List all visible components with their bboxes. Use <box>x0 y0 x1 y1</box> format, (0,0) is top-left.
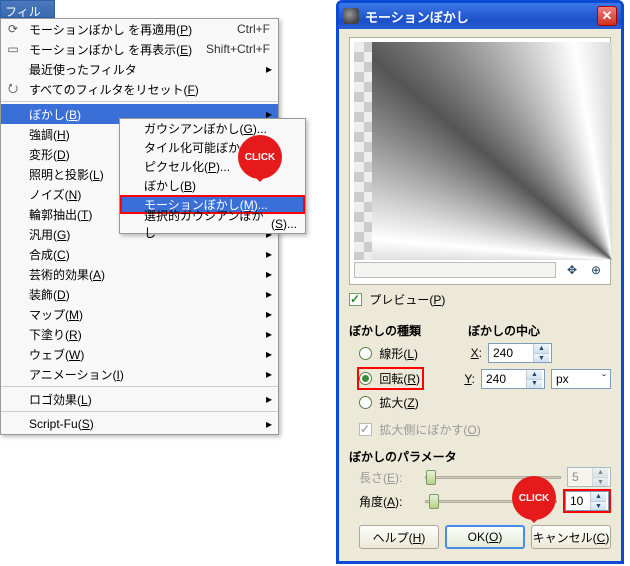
menu-scriptfu[interactable]: Script-Fu(S)▸ <box>1 414 278 434</box>
zoom-nav-icon[interactable]: ⊕ <box>586 262 606 278</box>
reset-icon: ⭮ <box>5 81 21 97</box>
dialog-title: モーションぼかし <box>365 7 597 26</box>
ok-button[interactable]: OK(O) <box>445 525 525 549</box>
angle-label: 角度(A): <box>359 493 419 510</box>
spinner-down-icon[interactable]: ▼ <box>534 353 549 362</box>
blur-outside-label: 拡大側にぼかす(O) <box>379 423 480 437</box>
menu-reset[interactable]: ⭮ すべてのフィルタをリセット(F) <box>1 79 278 99</box>
radio-rotation[interactable] <box>359 372 372 385</box>
menu-underpaint[interactable]: 下塗り(R)▸ <box>1 324 278 344</box>
sub-gauss[interactable]: ガウシアンぼかし(G)... <box>120 119 305 138</box>
preview-label: プレビュー(P) <box>369 293 445 307</box>
help-button[interactable]: ヘルプ(H) <box>359 525 439 549</box>
radio-linear[interactable] <box>359 347 372 360</box>
blur-outside-checkbox <box>359 423 372 436</box>
radio-linear-label: 線形(L) <box>379 347 418 361</box>
motion-blur-dialog: モーションぼかし ✕ ✥ ⊕ プレビュー(P) ぼかしの種類 ぼかしの中心 <box>336 0 624 564</box>
menu-reshow[interactable]: ▭ モーションぼかし を再表示(E) Shift+Ctrl+F <box>1 39 278 59</box>
preview-checkbox[interactable] <box>349 293 362 306</box>
center-y-label: Y: <box>461 372 475 386</box>
preview-pane: ✥ ⊕ <box>349 37 611 285</box>
angle-input[interactable] <box>566 494 590 508</box>
cancel-button[interactable]: キャンセル(C) <box>531 525 611 549</box>
menu-logo[interactable]: ロゴ効果(L)▸ <box>1 389 278 409</box>
sub-blur[interactable]: ぼかし(B) <box>120 176 305 195</box>
length-label: 長さ(E): <box>359 469 419 486</box>
blur-center-group-label: ぼかしの中心 <box>468 322 611 339</box>
center-x-spinner[interactable]: ▲▼ <box>488 343 552 363</box>
length-input <box>568 470 592 484</box>
menu-art[interactable]: 芸術的効果(A)▸ <box>1 264 278 284</box>
slider-handle <box>426 470 436 485</box>
length-spinner: ▲▼ <box>567 467 611 487</box>
spinner-down-icon[interactable]: ▼ <box>591 501 606 510</box>
click-bubble-1: CLICK <box>238 135 282 179</box>
menu-decor[interactable]: 装飾(D)▸ <box>1 284 278 304</box>
radio-rotation-label: 回転(R) <box>379 372 420 386</box>
menu-recent[interactable]: 最近使ったフィルタ▸ <box>1 59 278 79</box>
menu-reapply[interactable]: ⟳ モーションぼかし を再適用(P) Ctrl+F <box>1 19 278 39</box>
reapply-icon: ⟳ <box>5 21 21 37</box>
menu-map[interactable]: マップ(M)▸ <box>1 304 278 324</box>
move-icon[interactable]: ✥ <box>562 262 582 278</box>
preview-h-scrollbar[interactable] <box>354 262 556 278</box>
angle-spinner[interactable]: ▲▼ <box>565 491 609 511</box>
spinner-up-icon[interactable]: ▲ <box>527 370 542 379</box>
spinner-down-icon[interactable]: ▼ <box>527 379 542 388</box>
annotation-red-box: ▲▼ <box>563 489 611 513</box>
blur-submenu: ガウシアンぼかし(G)... タイル化可能ぼかし(T)... ピクセル化(P).… <box>119 118 306 234</box>
radio-zoom[interactable] <box>359 396 372 409</box>
radio-zoom-label: 拡大(Z) <box>379 396 418 410</box>
dialog-titlebar[interactable]: モーションぼかし ✕ <box>339 3 621 29</box>
preview-image <box>354 42 612 260</box>
menu-combine[interactable]: 合成(C)▸ <box>1 244 278 264</box>
spinner-up-icon[interactable]: ▲ <box>591 492 606 501</box>
close-icon: ✕ <box>602 8 613 24</box>
app-icon <box>343 8 359 24</box>
click-bubble-2: CLICK <box>512 476 556 520</box>
center-x-input[interactable] <box>489 346 533 360</box>
blur-param-group-label: ぼかしのパラメータ <box>349 448 611 465</box>
chevron-down-icon: ˇ <box>602 372 606 386</box>
close-button[interactable]: ✕ <box>597 6 617 26</box>
menu-anim[interactable]: アニメーション(I)▸ <box>1 364 278 384</box>
menu-web[interactable]: ウェブ(W)▸ <box>1 344 278 364</box>
blur-type-group-label: ぼかしの種類 <box>349 322 464 339</box>
unit-select[interactable]: px ˇ <box>551 369 611 389</box>
sub-selgauss[interactable]: 選択的ガウシアンぼかし(S)... <box>120 214 305 233</box>
center-y-spinner[interactable]: ▲▼ <box>481 369 545 389</box>
center-y-input[interactable] <box>482 372 526 386</box>
slider-handle[interactable] <box>429 494 439 509</box>
spinner-up-icon[interactable]: ▲ <box>534 344 549 353</box>
annotation-red-box: 回転(R) <box>357 367 424 390</box>
center-x-label: X: <box>468 346 482 360</box>
reshow-icon: ▭ <box>5 41 21 57</box>
filter-menu-title[interactable]: フィルタ(R) <box>0 0 55 18</box>
